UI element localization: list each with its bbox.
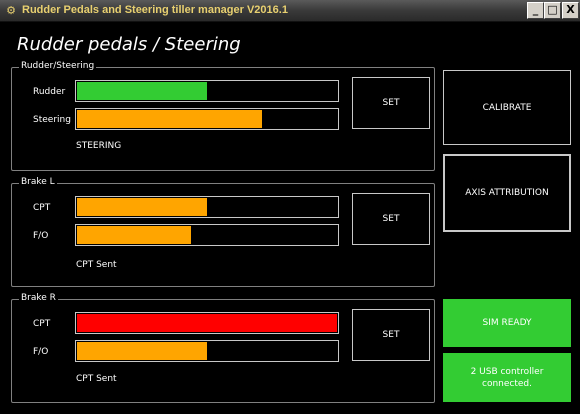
rudder-steering-group-title: Rudder/Steering (19, 61, 97, 71)
page-title: Rudder pedals / Steering (17, 34, 241, 55)
steering-axis-fill (77, 110, 262, 128)
calibrate-button[interactable]: CALIBRATE (443, 70, 571, 145)
axis-attribution-button[interactable]: AXIS ATTRIBUTION (443, 154, 571, 232)
rudder-steering-status: STEERING (76, 141, 122, 151)
brake-l-fo-label: F/O (33, 231, 49, 241)
minimize-button[interactable]: _ (527, 2, 544, 19)
brake-r-cpt-bar (75, 312, 339, 334)
brake-l-fo-bar (75, 224, 339, 246)
window-title: Rudder Pedals and Steering tiller manage… (22, 4, 288, 16)
brake-r-fo-label: F/O (33, 347, 49, 357)
brake-l-set-button[interactable]: SET (352, 193, 430, 245)
app-icon[interactable]: ⚙ (4, 4, 18, 18)
brake-l-cpt-fill (77, 198, 207, 216)
brake-l-status: CPT Sent (76, 260, 117, 270)
window-titlebar[interactable]: ⚙ Rudder Pedals and Steering tiller mana… (0, 0, 580, 22)
brake-r-cpt-label: CPT (33, 319, 51, 329)
brake-r-status: CPT Sent (76, 374, 117, 384)
steering-label: Steering (33, 115, 71, 125)
brake-r-set-button[interactable]: SET (352, 309, 430, 361)
steering-axis-bar (75, 108, 339, 130)
brake-r-cpt-fill (77, 314, 337, 332)
brake-r-fo-bar (75, 340, 339, 362)
sim-ready-indicator: SIM READY (443, 299, 571, 347)
rudder-label: Rudder (33, 87, 66, 97)
usb-status-indicator: 2 USB controller connected. (443, 353, 571, 402)
rudder-axis-bar (75, 80, 339, 102)
brake-l-cpt-label: CPT (33, 203, 51, 213)
brake-r-group-title: Brake R (19, 293, 58, 303)
brake-l-fo-fill (77, 226, 192, 244)
maximize-button[interactable]: □ (544, 2, 561, 19)
brake-l-group-title: Brake L (19, 177, 57, 187)
rudder-steering-set-button[interactable]: SET (352, 77, 430, 129)
brake-r-fo-fill (77, 342, 207, 360)
brake-l-cpt-bar (75, 196, 339, 218)
rudder-axis-fill (77, 82, 207, 100)
close-button[interactable]: X (562, 2, 579, 19)
